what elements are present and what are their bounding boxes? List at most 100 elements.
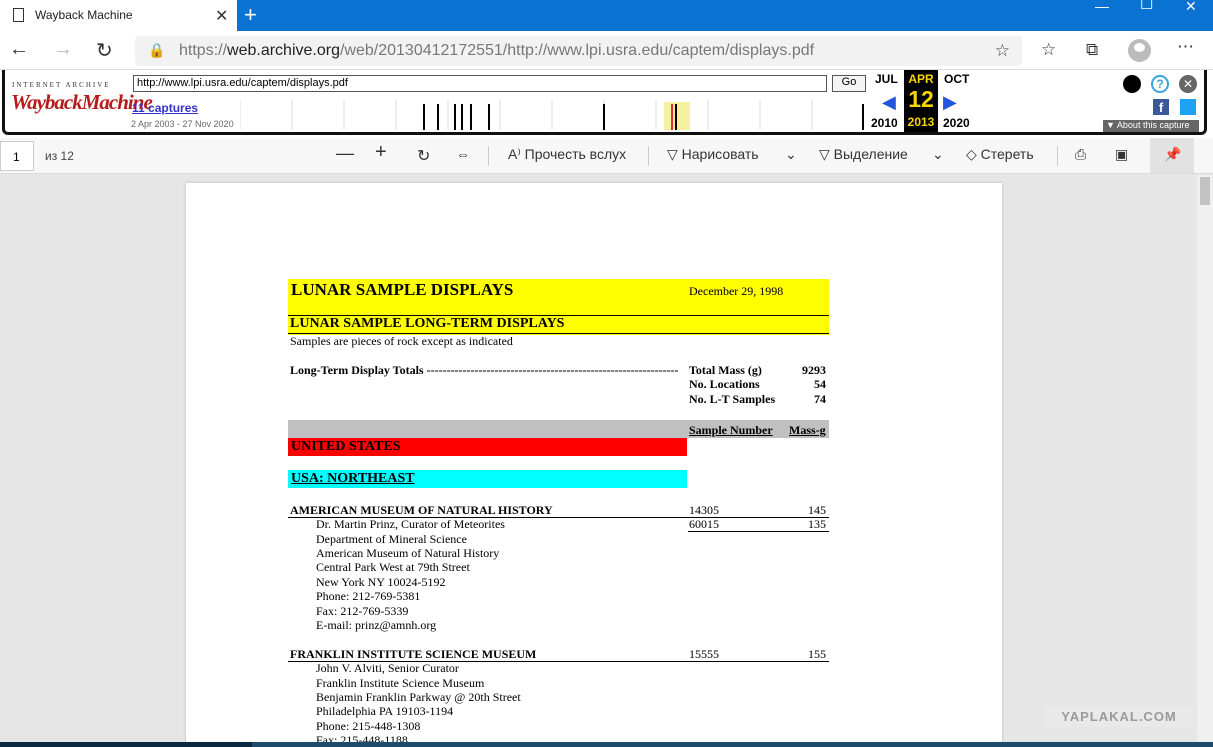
next-capture-arrow-icon[interactable]: ▶ [943, 92, 957, 113]
more-menu-icon[interactable]: ⋯ [1177, 37, 1194, 57]
wayback-toolbar: INTERNET ARCHIVE WaybackMachine http://w… [0, 70, 1213, 138]
doc-date: December 29, 1998 [689, 284, 784, 298]
page-total: из 12 [45, 149, 74, 163]
contact-line: Dr. Martin Prinz, Curator of Meteorites [316, 517, 505, 531]
watermark: YAPLAKAL.COM [1044, 707, 1194, 727]
close-toolbar-icon[interactable]: ✕ [1179, 75, 1197, 93]
read-aloud-label: Прочесть вслух [524, 146, 627, 162]
capture-sparkline[interactable] [240, 100, 865, 130]
close-tab-icon[interactable]: ✕ [215, 6, 228, 26]
zoom-out-icon[interactable]: — [336, 143, 354, 164]
locations-label: No. Locations [689, 377, 760, 391]
avatar[interactable] [1128, 39, 1151, 62]
forward-icon[interactable]: → [53, 38, 73, 61]
locations-value: 54 [814, 377, 826, 391]
doc-title: LUNAR SAMPLE DISPLAYS [291, 280, 514, 299]
fit-page-icon[interactable]: ⇔ [456, 146, 470, 162]
erase-button[interactable]: ◇ Стереть [966, 146, 1034, 163]
maximize-icon[interactable]: ☐ [1140, 0, 1153, 30]
scrollbar-thumb[interactable] [1200, 177, 1210, 205]
erase-label: Стереть [980, 146, 1034, 162]
close-window-icon[interactable]: ✕ [1185, 0, 1197, 31]
current-day: 12 [908, 86, 934, 112]
captures-link[interactable]: 11 captures [132, 101, 198, 115]
totals-label: Long-Term Display Totals ---------------… [290, 363, 679, 377]
page-number-input[interactable]: 1 [0, 141, 34, 171]
zoom-in-icon[interactable]: + [375, 141, 387, 164]
total-mass-label: Total Mass (g) [689, 363, 762, 377]
separator [648, 146, 649, 166]
url-text: https://web.archive.org/web/201304121725… [179, 42, 815, 59]
prev-year: 2010 [871, 116, 898, 130]
read-aloud-icon: A⁾ [508, 146, 525, 162]
next-year: 2020 [943, 116, 970, 130]
print-icon[interactable]: ⎙ [1075, 146, 1086, 163]
contact-line: Fax: 212-769-5339 [316, 604, 409, 618]
next-month: OCT [944, 72, 970, 86]
current-month: APR [908, 72, 934, 86]
wayback-url-input[interactable]: http://www.lpi.usra.edu/captem/displays.… [133, 75, 827, 92]
pin-toolbar-icon[interactable]: 📌 [1150, 138, 1194, 173]
region-heading: USA: NORTHEAST [291, 471, 415, 486]
facebook-icon[interactable]: f [1153, 99, 1169, 115]
samples-label: No. L-T Samples [689, 392, 776, 406]
country-heading: UNITED STATES [291, 439, 401, 454]
taskbar-start-area [0, 742, 252, 747]
logo-caption: INTERNET ARCHIVE [12, 81, 111, 89]
address-bar: ← → ↻ 🔒 https://web.archive.org/web/2013… [0, 31, 1213, 70]
pdf-page: LUNAR SAMPLE DISPLAYS December 29, 1998 … [186, 183, 1002, 747]
collections-icon[interactable]: ⧉ [1086, 40, 1098, 60]
draw-options-chevron-icon[interactable]: ⌄ [785, 146, 797, 163]
sample-mass: 145 [808, 503, 826, 517]
back-icon[interactable]: ← [9, 38, 29, 61]
captures-range: 2 Apr 2003 - 27 Nov 2020 [131, 119, 234, 129]
browser-tab[interactable]: Wayback Machine ✕ [0, 0, 237, 31]
about-capture-link[interactable]: ▼ About this capture [1103, 120, 1199, 132]
read-aloud-button[interactable]: A⁾ Прочесть вслух [508, 146, 626, 163]
contact-line: John V. Alviti, Senior Curator [316, 661, 459, 675]
wayback-logo[interactable]: WaybackMachine [11, 90, 153, 115]
sample-number: 60015 [689, 517, 719, 531]
url-field[interactable]: 🔒 https://web.archive.org/web/2013041217… [135, 36, 1022, 66]
document-icon [13, 8, 24, 22]
eraser-icon: ◇ [966, 146, 981, 162]
prev-capture-arrow-icon[interactable]: ◀ [882, 92, 896, 113]
draw-button[interactable]: ▽ Нарисовать [667, 146, 759, 163]
account-icon[interactable] [1123, 75, 1141, 93]
pdf-viewer: LUNAR SAMPLE DISPLAYS December 29, 1998 … [0, 175, 1213, 747]
col-sample-number: Sample Number [689, 423, 773, 437]
col-mass: Mass-g [789, 423, 826, 437]
title-bar: Wayback Machine ✕ + — ☐ ✕ [0, 0, 1213, 31]
twitter-icon[interactable] [1180, 99, 1196, 115]
highlight-icon: ▽ [819, 146, 834, 162]
save-icon[interactable]: ▣ [1115, 146, 1128, 163]
highlight-options-chevron-icon[interactable]: ⌄ [932, 146, 944, 163]
refresh-icon[interactable]: ↻ [96, 38, 113, 63]
highlight-button[interactable]: ▽ Выделение [819, 146, 908, 163]
prev-month: JUL [875, 72, 898, 86]
highlight-label: Выделение [833, 146, 908, 162]
scrollbar[interactable] [1197, 175, 1213, 747]
help-icon[interactable]: ? [1151, 75, 1169, 93]
contact-line: American Museum of Natural History [316, 546, 500, 560]
contact-line: Phone: 212-769-5381 [316, 589, 421, 603]
new-tab-button[interactable]: + [244, 2, 257, 28]
lock-icon: 🔒 [148, 42, 166, 58]
contact-line: New York NY 10024-5192 [316, 575, 446, 589]
sample-mass: 155 [808, 647, 826, 661]
current-capture: APR 12 2013 [904, 70, 938, 132]
rotate-icon[interactable]: ↻ [417, 146, 430, 166]
institution-name: AMERICAN MUSEUM OF NATURAL HISTORY [290, 503, 553, 517]
contact-line: Franklin Institute Science Museum [316, 676, 485, 690]
minimize-icon[interactable]: — [1095, 0, 1109, 31]
institution-name: FRANKLIN INSTITUTE SCIENCE MUSEUM [290, 647, 537, 661]
samples-value: 74 [814, 392, 826, 406]
sample-mass: 135 [808, 517, 826, 531]
taskbar [0, 742, 1213, 747]
contact-line: Philadelphia PA 19103-1194 [316, 704, 454, 718]
tab-title: Wayback Machine [35, 8, 133, 22]
doc-note: Samples are pieces of rock except as ind… [290, 334, 513, 348]
favorites-icon[interactable]: ☆ [1041, 40, 1056, 60]
go-button[interactable]: Go [832, 75, 866, 92]
favorite-star-icon[interactable]: ☆ [995, 41, 1010, 61]
